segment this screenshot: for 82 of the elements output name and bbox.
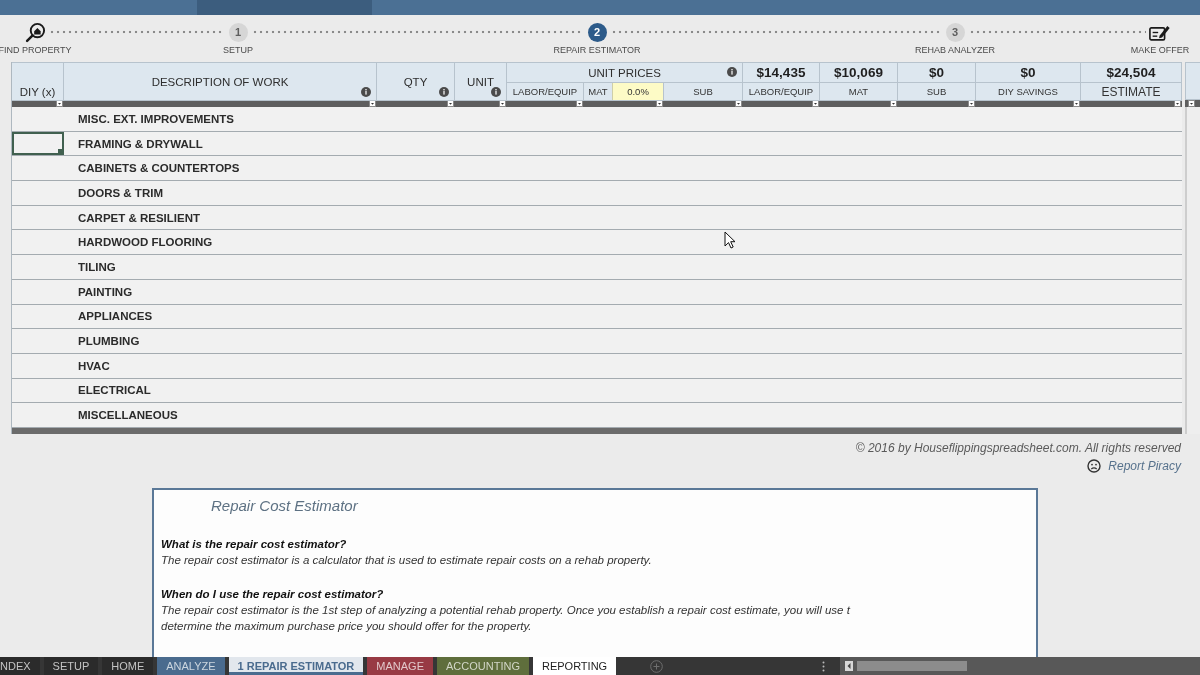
add-sheet-button[interactable]	[650, 659, 664, 673]
filter-dropdown-button[interactable]	[499, 100, 506, 107]
filter-dropdown-button[interactable]	[968, 100, 975, 107]
help-answer: The repair cost estimator is a calculator that is used to estimate repair costs on a rehab property.	[161, 553, 653, 568]
step-number[interactable]: 1	[228, 22, 248, 42]
sheet-tab[interactable]: NDEX	[0, 657, 40, 675]
filter-dropdown-button[interactable]	[812, 100, 819, 107]
filter-dropdown-button[interactable]	[735, 100, 742, 107]
step-label: FIND PROPERTY	[0, 45, 72, 56]
step-label: MAKE OFFER	[1130, 45, 1190, 56]
step-label: REPAIR ESTIMATOR	[553, 45, 641, 56]
sheet-tab[interactable]: ACCOUNTING	[437, 657, 529, 675]
total-amount: $0	[1020, 65, 1036, 80]
markup-percent-field[interactable]: 0.0%	[612, 83, 663, 100]
report-piracy-link[interactable]: Report Piracy	[1087, 457, 1181, 475]
scrollbar-thumb[interactable]	[857, 661, 967, 671]
help-question: When do I use the repair cost estimator?	[161, 586, 385, 602]
column-group-header: UNIT PRICES	[588, 66, 661, 79]
step-label: SETUP	[223, 45, 253, 56]
vertical-dots-icon[interactable]	[822, 660, 825, 672]
sheet-tab[interactable]: MANAGE	[367, 657, 433, 675]
info-icon[interactable]	[361, 87, 371, 97]
selected-cell[interactable]	[12, 131, 64, 156]
sad-face-icon	[1087, 459, 1102, 473]
column-header-edge	[1185, 62, 1200, 100]
step-label: REHAB ANALYZER	[915, 45, 995, 56]
filter-dropdown-button[interactable]	[1188, 100, 1195, 107]
copyright-text: © 2016 by Houseflippingspreadsheet.com. All rights reserved	[855, 441, 1181, 455]
column-header: LABOR/EQUIP	[512, 86, 578, 97]
total-amount: $10,069	[834, 65, 883, 80]
filter-dropdown-button[interactable]	[656, 100, 663, 107]
house-search-icon[interactable]	[24, 21, 46, 43]
column-header: LABOR/EQUIP	[748, 86, 814, 97]
column-header: DIY SAVINGS	[998, 86, 1058, 97]
info-icon[interactable]	[491, 87, 501, 97]
column-header: SUB	[693, 86, 713, 97]
work-category: PLUMBING	[78, 335, 140, 348]
filter-dropdown-button[interactable]	[369, 100, 376, 107]
work-category: HVAC	[78, 359, 110, 372]
column-header: ESTIMATE	[1101, 84, 1161, 99]
filter-dropdown-button[interactable]	[1174, 100, 1181, 107]
filter-dropdown-button[interactable]	[56, 100, 63, 107]
help-title: Repair Cost Estimator	[211, 496, 359, 516]
scroll-left-button[interactable]	[845, 661, 853, 671]
column-header: UNIT	[467, 75, 494, 88]
mouse-cursor-icon	[724, 231, 736, 249]
column-header: MAT	[587, 86, 609, 97]
work-category: MISCELLANEOUS	[78, 409, 178, 422]
column-header: DIY (x)	[19, 86, 56, 98]
step-number[interactable]: 2	[587, 22, 607, 42]
work-category: TILING	[78, 260, 116, 273]
filter-dropdown-button[interactable]	[576, 100, 583, 107]
work-category: DOORS & TRIM	[78, 186, 163, 199]
horizontal-scrollbar[interactable]	[840, 657, 1200, 675]
total-amount: $0	[929, 65, 944, 80]
info-icon[interactable]	[727, 67, 737, 77]
work-category: APPLIANCES	[78, 310, 153, 323]
filter-dropdown-button[interactable]	[890, 100, 897, 107]
work-category: MISC. EXT. IMPROVEMENTS	[78, 112, 234, 125]
sheet-tab[interactable]: SETUP	[43, 657, 99, 675]
sheet-tab[interactable]: ANALYZE	[157, 657, 225, 675]
sheet-tab[interactable]: 1 REPAIR ESTIMATOR	[228, 657, 364, 675]
work-category: CARPET & RESILIENT	[78, 211, 201, 224]
work-category: ELECTRICAL	[78, 384, 151, 397]
column-header: SUB	[926, 86, 947, 97]
sheet-tab[interactable]: HOME	[102, 657, 154, 675]
filter-dropdown-button[interactable]	[1073, 100, 1080, 107]
sheet-tab[interactable]: REPORTING	[532, 657, 617, 675]
work-category: FRAMING & DRYWALL	[78, 137, 203, 150]
info-icon[interactable]	[439, 87, 449, 97]
total-amount: $24,504	[1106, 65, 1156, 80]
work-category: PAINTING	[78, 285, 133, 298]
filter-dropdown-button[interactable]	[447, 100, 454, 107]
column-header: QTY	[403, 75, 428, 88]
column-header: DESCRIPTION OF WORK	[151, 75, 289, 88]
work-category: CABINETS & COUNTERTOPS	[78, 162, 240, 175]
total-amount: $14,435	[756, 65, 806, 80]
step-number[interactable]: 3	[945, 22, 965, 42]
help-answer: The repair cost estimator is the 1st step of analyzing a potential rehab property. Once you establish a repair cost estimate, you will use t determine the maximum purchase price you should offer for the property.	[161, 602, 852, 634]
column-header: MAT	[848, 86, 869, 97]
work-category: HARDWOOD FLOORING	[78, 236, 213, 249]
help-question: What is the repair cost estimator?	[161, 537, 348, 552]
